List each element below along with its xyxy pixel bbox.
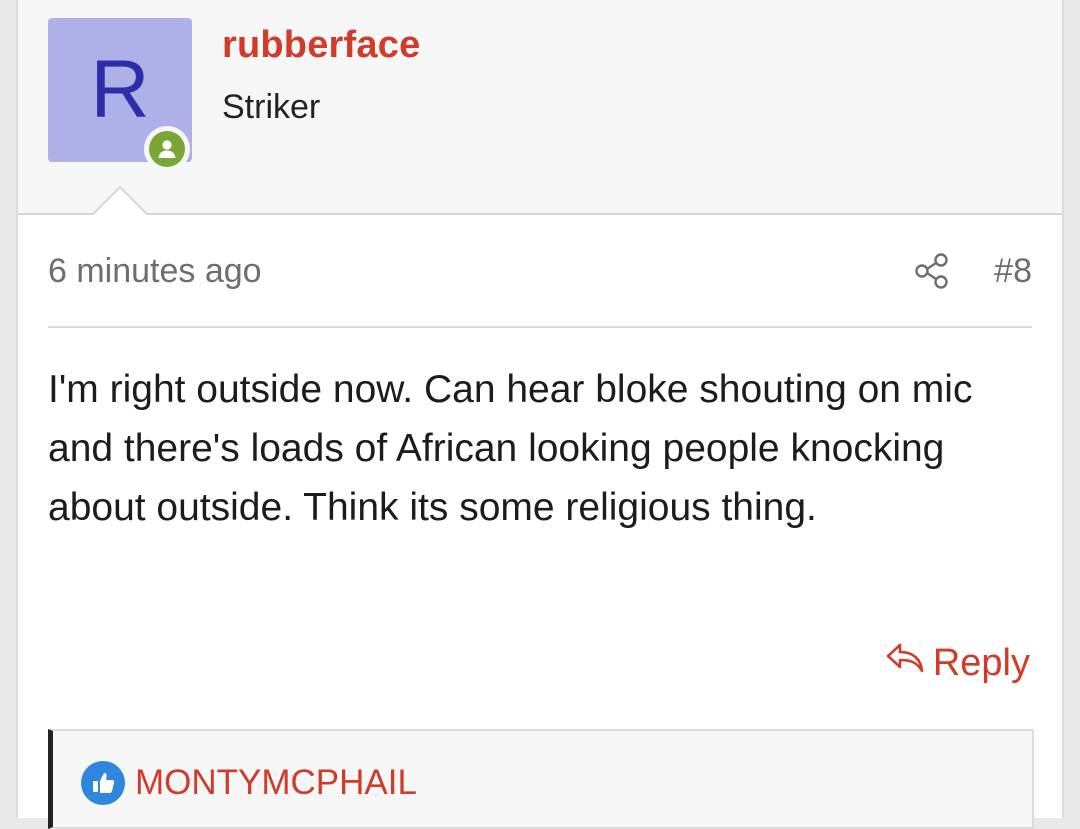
reply-label: Reply — [932, 641, 1030, 684]
reply-button[interactable]: Reply — [885, 640, 1030, 686]
online-status-icon — [149, 131, 185, 167]
reactions-bar: MONTYMCPHAIL — [48, 729, 1034, 829]
forum-post: R rubberface Striker 6 minutes ago #8 I'… — [16, 0, 1064, 829]
header-pointer-arrow — [90, 186, 150, 217]
reaction-username[interactable]: MONTYMCPHAIL — [135, 763, 417, 803]
post-timestamp[interactable]: 6 minutes ago — [48, 252, 262, 291]
reaction-item: MONTYMCPHAIL — [81, 761, 417, 805]
avatar-letter: R — [90, 44, 150, 135]
reply-icon — [885, 641, 925, 685]
post-number-link[interactable]: #8 — [994, 252, 1032, 291]
post-meta: 6 minutes ago #8 — [48, 240, 1032, 328]
share-icon[interactable] — [914, 252, 950, 290]
online-status-badge — [144, 126, 190, 172]
user-title: Striker — [222, 88, 321, 126]
post-message: I'm right outside now. Can hear bloke sh… — [48, 368, 973, 529]
post-header: R rubberface Striker — [18, 0, 1062, 217]
like-icon — [81, 761, 125, 805]
username-link[interactable]: rubberface — [222, 24, 420, 67]
